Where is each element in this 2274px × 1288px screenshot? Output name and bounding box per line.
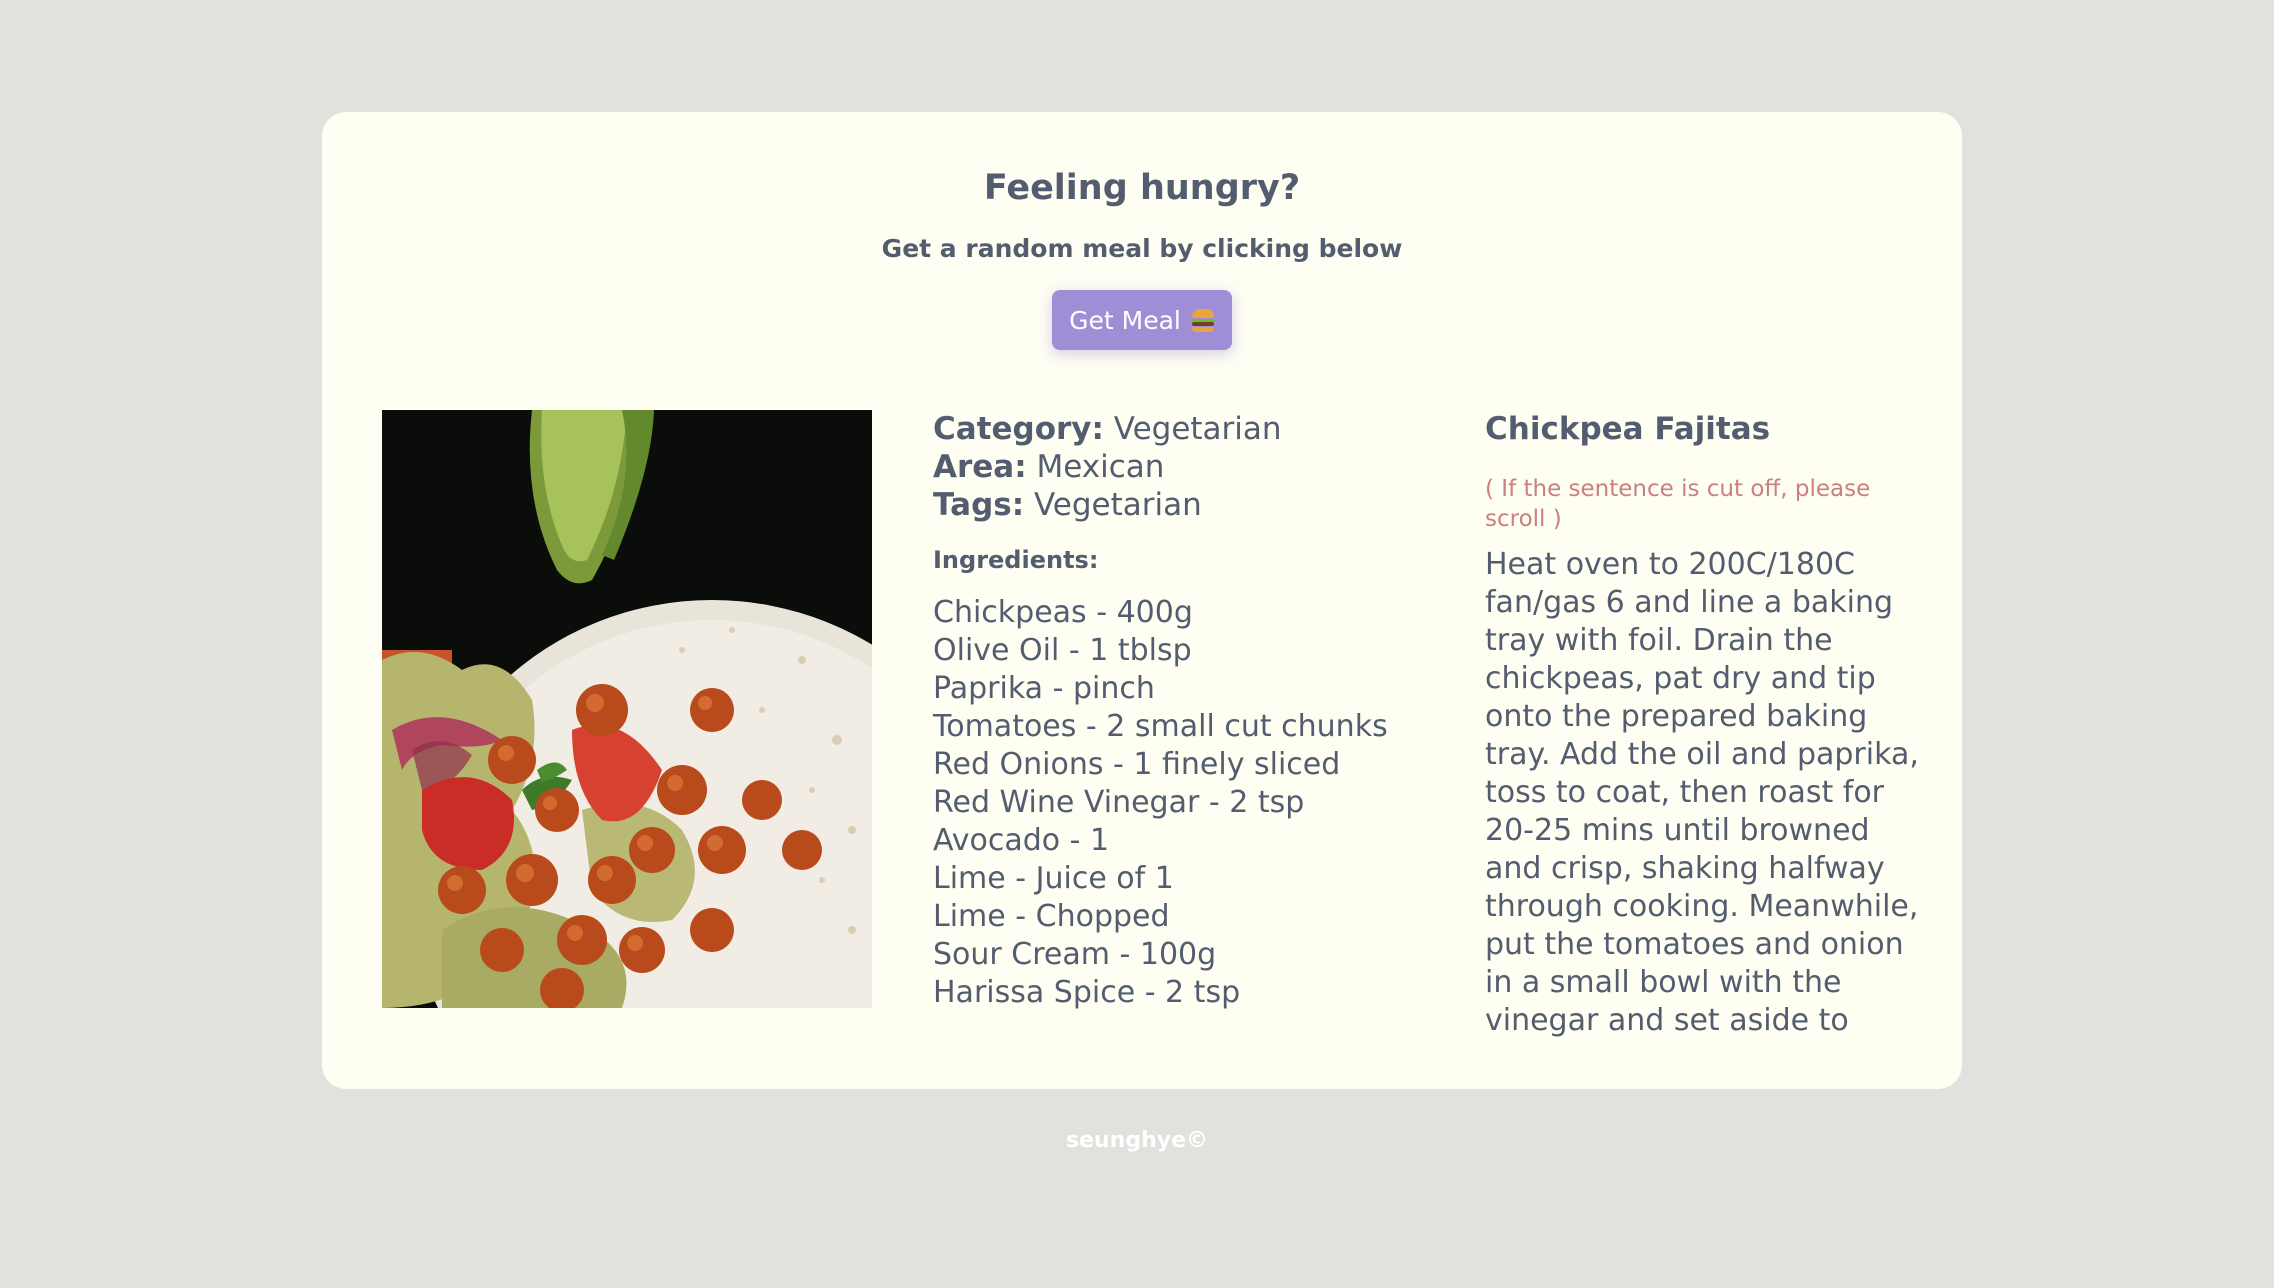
page-subtitle: Get a random meal by clicking below (881, 234, 1403, 263)
ingredient-item: Sour Cream - 100g (933, 937, 1217, 972)
area-line: Area: Mexican (933, 448, 1473, 486)
instructions-scroll-area[interactable]: Heat oven to 200C/180C fan/gas 6 and lin… (1485, 546, 1925, 1044)
ingredient-item: Tomatoes - 2 small cut chunks (933, 709, 1388, 744)
recipe-panel: Chickpea Fajitas ( If the sentence is cu… (1485, 410, 1925, 1044)
tags-line: Tags: Vegetarian (933, 486, 1473, 524)
category-line: Category: Vegetarian (933, 410, 1473, 448)
get-meal-label: Get Meal (1069, 305, 1181, 335)
area-value: Mexican (1036, 449, 1165, 485)
ingredient-item: Harissa Spice - 2 tsp (933, 975, 1241, 1010)
ingredient-item: Lime - Juice of 1 (933, 861, 1174, 896)
tags-label: Tags: (933, 487, 1025, 523)
ingredients-heading: Ingredients: (933, 546, 1099, 574)
meal-photo-illustration (382, 410, 872, 1008)
meal-name: Chickpea Fajitas (1485, 411, 1771, 447)
footer-credit: seunghye© (1065, 1128, 1208, 1153)
ingredients-list: Chickpeas - 400g Olive Oil - 1 tblsp Pap… (933, 594, 1473, 1012)
ingredient-item: Chickpeas - 400g (933, 595, 1193, 630)
ingredient-item: Olive Oil - 1 tblsp (933, 633, 1192, 668)
meal-card: Feeling hungry? Get a random meal by cli… (322, 112, 1962, 1089)
get-meal-button[interactable]: Get Meal (1052, 290, 1232, 350)
page-title: Feeling hungry? (983, 168, 1301, 208)
category-label: Category: (933, 411, 1104, 447)
category-value: Vegetarian (1113, 411, 1282, 447)
burger-icon (1190, 308, 1215, 332)
ingredient-item: Avocado - 1 (933, 823, 1110, 858)
ingredient-item: Red Wine Vinegar - 2 tsp (933, 785, 1305, 820)
meal-info: Category: Vegetarian Area: Mexican Tags:… (933, 410, 1473, 1012)
ingredient-item: Red Onions - 1 finely sliced (933, 747, 1341, 782)
scroll-note: ( If the sentence is cut off, please scr… (1485, 476, 1871, 532)
area-label: Area: (933, 449, 1027, 485)
tags-value: Vegetarian (1033, 487, 1202, 523)
ingredient-item: Lime - Chopped (933, 899, 1170, 934)
ingredient-item: Paprika - pinch (933, 671, 1155, 706)
meal-image (382, 410, 872, 1008)
